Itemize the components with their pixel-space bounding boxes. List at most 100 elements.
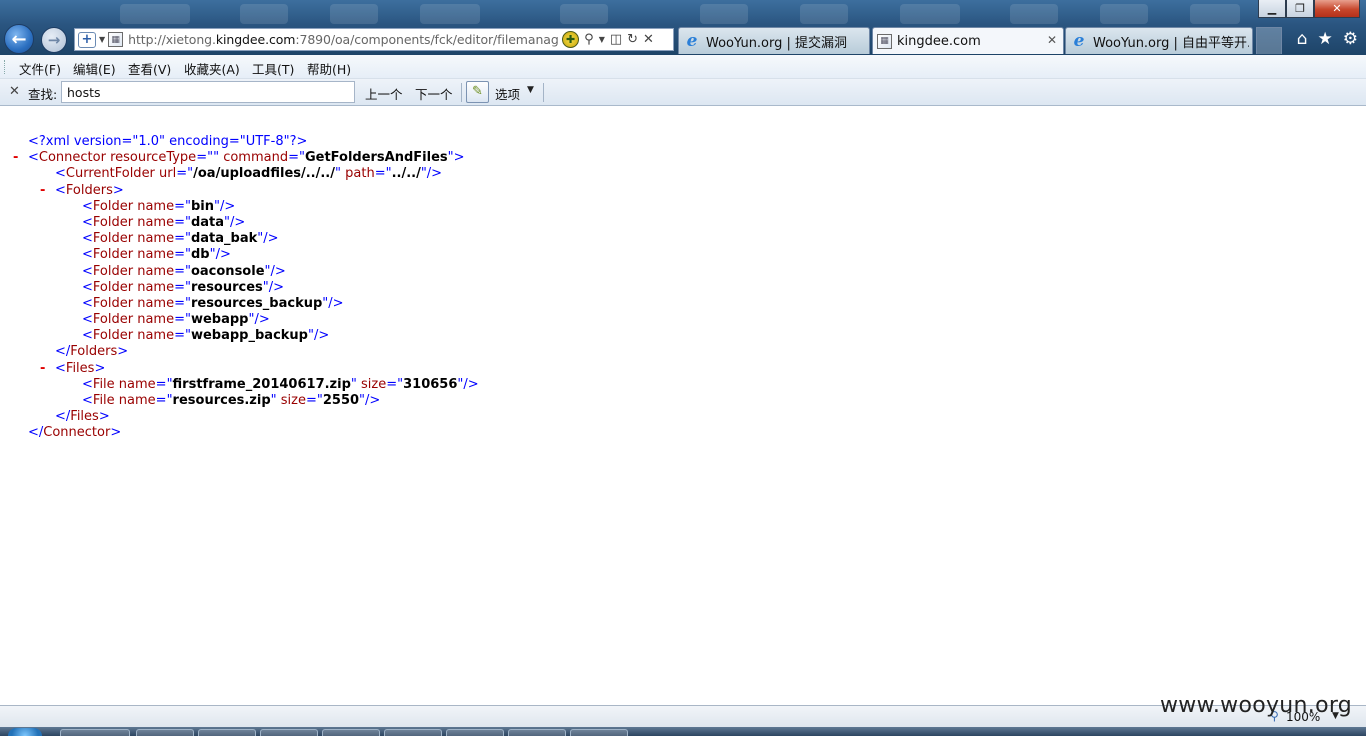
close-window-button[interactable]: ✕ [1314, 0, 1360, 18]
blurred-desktop-icon [900, 4, 960, 24]
folder-tag: <Folder name="data"/> [82, 214, 246, 230]
files-open-tag: <Files> [55, 360, 106, 376]
taskbar-button[interactable] [446, 729, 504, 736]
folder-name: webapp_backup [190, 328, 308, 344]
tools-gear-icon[interactable]: ⚙ [1343, 29, 1358, 49]
folder-tag: <Folder name="oaconsole"/> [82, 263, 286, 279]
find-options-button[interactable]: 选项 [495, 84, 520, 103]
address-actions: ✚ ⚲ ▼ ◫ ↻ ✕ [562, 31, 654, 48]
find-input[interactable] [61, 81, 355, 103]
favorites-star-icon[interactable]: ★ [1318, 29, 1333, 49]
taskbar-button[interactable] [570, 729, 628, 736]
menu-favorites[interactable]: 收藏夹(A) [184, 59, 240, 78]
tab-close-icon[interactable]: ✕ [1047, 33, 1057, 47]
find-next-button[interactable]: 下一个 [415, 84, 453, 103]
collapse-toggle[interactable]: - [40, 183, 45, 199]
address-url[interactable]: http://xietong.kingdee.com:7890/oa/compo… [128, 32, 558, 47]
browser-title-bar: ▁ ❐ ✕ ← → + ▼ ▦ http://xietong.kingdee.c… [0, 0, 1366, 55]
start-button[interactable] [8, 728, 42, 736]
menu-view[interactable]: 查看(V) [128, 59, 171, 78]
arrow-right-icon: → [47, 31, 61, 49]
stop-icon[interactable]: ✕ [643, 32, 654, 47]
tab-wooyun-submit[interactable]: e WooYun.org | 提交漏洞 [678, 27, 870, 54]
tab-kingdee[interactable]: ▦ kingdee.com ✕ [872, 27, 1064, 54]
tab-wooyun-home[interactable]: e WooYun.org | 自由平等开... [1065, 27, 1253, 54]
address-bar[interactable]: + ▼ ▦ http://xietong.kingdee.com:7890/oa… [74, 28, 674, 51]
collapse-toggle[interactable]: - [13, 150, 18, 166]
file-tag: <File name="firstframe_20140617.zip" siz… [82, 376, 479, 392]
taskbar-button[interactable] [136, 729, 194, 736]
compatibility-view-icon[interactable]: ✚ [562, 31, 580, 48]
tab-label: kingdee.com [897, 33, 981, 49]
maximize-button[interactable]: ❐ [1286, 0, 1314, 18]
url-path: :7890/oa/components/fck/editor/filemanag… [295, 32, 559, 47]
find-label: 查找: [28, 87, 58, 102]
find-previous-button[interactable]: 上一个 [365, 84, 403, 103]
tab-label: WooYun.org | 自由平等开... [1093, 35, 1249, 51]
page-icon: ▦ [877, 33, 892, 49]
taskbar-button[interactable] [260, 729, 318, 736]
separator [461, 83, 462, 102]
connector-tag: <Connector resourceType="" command="GetF… [28, 150, 465, 166]
browser-toolbar-icons: ⌂ ★ ⚙ [1297, 29, 1358, 49]
ie-icon: e [1073, 31, 1085, 51]
folder-tag: <Folder name="resources_backup"/> [82, 295, 344, 311]
collapse-toggle[interactable]: - [40, 361, 45, 377]
add-site-icon[interactable]: + [78, 31, 96, 48]
current-folder-url: /oa/uploadfiles/../../ [193, 166, 335, 182]
taskbar-button[interactable] [198, 729, 256, 736]
taskbar-button[interactable] [508, 729, 566, 736]
blurred-desktop-icon [560, 4, 608, 24]
highlight-pencil-icon[interactable]: ✎ [466, 81, 489, 103]
folder-name: db [190, 247, 210, 263]
menu-help[interactable]: 帮助(H) [307, 59, 351, 78]
new-tab-button[interactable] [1256, 27, 1282, 54]
minimize-button[interactable]: ▁ [1258, 0, 1286, 18]
folder-tag: <Folder name="bin"/> [82, 198, 236, 214]
blurred-desktop-icon [1190, 4, 1240, 24]
folder-tag: <Folder name="data_bak"/> [82, 231, 279, 247]
blurred-desktop-icon [240, 4, 288, 24]
taskbar-button[interactable] [60, 729, 130, 736]
folder-tag: <Folder name="webapp"/> [82, 312, 270, 328]
taskbar-button[interactable] [384, 729, 442, 736]
chevron-down-icon[interactable]: ▼ [99, 35, 105, 44]
taskbar-button[interactable] [322, 729, 380, 736]
folder-name: data_bak [190, 231, 258, 247]
close-find-bar-icon[interactable]: ✕ [9, 84, 20, 99]
current-folder-tag: <CurrentFolder url="/oa/uploadfiles/../.… [55, 166, 443, 182]
menu-bar: 文件(F) 编辑(E) 查看(V) 收藏夹(A) 工具(T) 帮助(H) [0, 55, 1366, 79]
back-button[interactable]: ← [4, 24, 34, 54]
tab-label: WooYun.org | 提交漏洞 [706, 35, 848, 51]
refresh-icon[interactable]: ↻ [627, 32, 638, 47]
file-name: resources.zip [172, 393, 271, 408]
connector-close-tag: </Connector> [28, 425, 122, 441]
forward-button[interactable]: → [41, 27, 67, 53]
chevron-down-icon[interactable]: ▼ [599, 35, 605, 44]
folders-open-tag: <Folders> [55, 182, 124, 198]
folders-close-tag: </Folders> [55, 344, 129, 360]
chevron-down-icon[interactable]: ▼ [527, 85, 534, 95]
blurred-desktop-icon [700, 4, 748, 24]
folder-name: oaconsole [190, 263, 265, 279]
xml-declaration-text: <?xml version="1.0" encoding="UTF-8"?> [28, 134, 308, 149]
compat-page-icon[interactable]: ◫ [610, 32, 622, 47]
menu-file[interactable]: 文件(F) [19, 59, 61, 78]
menu-edit[interactable]: 编辑(E) [73, 59, 116, 78]
toolbar-grip [4, 60, 7, 74]
blurred-desktop-icon [1100, 4, 1148, 24]
folder-name: bin [190, 198, 214, 214]
menu-tools[interactable]: 工具(T) [252, 59, 294, 78]
blurred-desktop-icon [330, 4, 378, 24]
blurred-desktop-icon [1010, 4, 1058, 24]
folder-name: data [190, 214, 225, 230]
files-close-tag: </Files> [55, 409, 110, 425]
ie-icon: e [686, 31, 698, 51]
windows-taskbar [0, 727, 1366, 736]
separator [543, 83, 544, 102]
search-icon[interactable]: ⚲ [584, 32, 594, 47]
folder-name: webapp [190, 312, 249, 328]
url-prefix: http://xietong. [128, 32, 216, 47]
page-favicon-icon: ▦ [108, 32, 124, 47]
home-icon[interactable]: ⌂ [1297, 29, 1308, 49]
